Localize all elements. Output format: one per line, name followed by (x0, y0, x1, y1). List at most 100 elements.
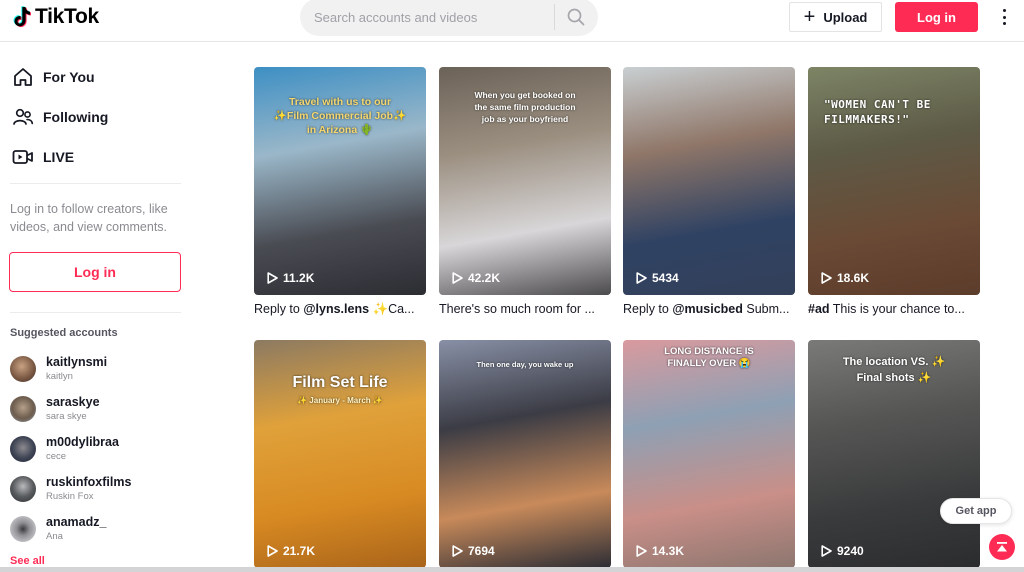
view-count-text: 18.6K (837, 271, 870, 285)
logo-text: TikTok (35, 5, 99, 28)
view-count: 11.2K (267, 271, 314, 285)
video-thumbnail[interactable]: 5434 (623, 67, 795, 295)
account-display-name: Ruskin Fox (46, 491, 94, 502)
search-divider (554, 4, 555, 30)
account-username: m00dylibraa (46, 435, 119, 449)
video-card[interactable]: When you get booked on the same film pro… (439, 67, 611, 316)
avatar (10, 436, 36, 462)
horizontal-scrollbar[interactable] (0, 567, 1024, 572)
video-description[interactable]: There's so much room for ... (439, 302, 611, 316)
video-thumbnail[interactable]: LONG DISTANCE IS FINALLY OVER 😭 14.3K (623, 340, 795, 568)
account-username: anamadz_ (46, 515, 107, 529)
sidebar-divider (10, 183, 181, 184)
header-login-button[interactable]: Log in (895, 2, 978, 32)
video-thumbnail[interactable]: Film Set Life ✨ January - March ✨ 21.7K (254, 340, 426, 568)
more-dot-icon (1002, 15, 1006, 19)
view-count: 21.7K (267, 544, 315, 558)
view-count-text: 42.2K (468, 271, 501, 285)
sidebar: For You Following LIVE Log in to follow … (0, 42, 190, 572)
view-count-text: 7694 (468, 544, 495, 558)
description-text: This is your chance to... (829, 302, 965, 316)
nav-following[interactable]: Following (12, 105, 108, 129)
video-thumbnail[interactable]: When you get booked on the same film pro… (439, 67, 611, 295)
view-count: 18.6K (821, 271, 869, 285)
sidebar-login-button[interactable]: Log in (9, 252, 181, 292)
description-text: There's so much room for ... (439, 302, 595, 316)
video-card[interactable]: The location VS. ✨ Final shots ✨ 9240 (808, 340, 980, 568)
avatar (10, 516, 36, 542)
account-display-name: kaitlyn (46, 371, 73, 382)
nav-label: LIVE (43, 149, 75, 165)
description-mention[interactable]: #ad (808, 302, 830, 316)
more-dot-icon (1002, 22, 1006, 25)
suggested-account[interactable]: anamadz_ Ana (10, 515, 106, 543)
account-username: saraskye (46, 395, 100, 409)
avatar (10, 476, 36, 502)
video-card[interactable]: Then one day, you wake up 7694 (439, 340, 611, 568)
description-mention[interactable]: @musicbed (672, 302, 743, 316)
tiktok-note-icon (13, 6, 31, 28)
back-to-top-button[interactable] (989, 534, 1015, 560)
search-button[interactable] (562, 4, 590, 30)
view-count: 7694 (452, 544, 495, 558)
live-camera-icon (12, 150, 33, 164)
login-prompt-text: Log in to follow creators, like videos, … (10, 202, 168, 234)
get-app-button[interactable]: Get app (940, 498, 1012, 524)
see-all-link[interactable]: See all (10, 555, 45, 567)
video-description[interactable]: #ad This is your chance to... (808, 302, 980, 316)
suggested-account[interactable]: kaitlynsmi kaitlyn (10, 355, 107, 383)
arrow-up-icon (997, 542, 1007, 552)
suggested-account[interactable]: ruskinfoxfilms Ruskin Fox (10, 475, 131, 503)
suggested-account[interactable]: saraskye sara skye (10, 395, 100, 423)
play-icon (267, 272, 278, 284)
video-card[interactable]: LONG DISTANCE IS FINALLY OVER 😭 14.3K (623, 340, 795, 568)
users-icon (13, 108, 34, 125)
nav-for-you[interactable]: For You (12, 65, 95, 89)
plus-icon: + (803, 6, 816, 28)
sidebar-divider (10, 312, 181, 313)
view-count: 14.3K (636, 544, 684, 558)
suggested-account[interactable]: m00dylibraa cece (10, 435, 119, 463)
thumbnail-overlay-text: Film Set Life (292, 374, 388, 391)
avatar (10, 396, 36, 422)
video-card[interactable]: "WOMEN CAN'T BE FILMMAKERS!" 18.6K #ad Thi… (808, 67, 980, 316)
video-card[interactable]: Film Set Life ✨ January - March ✨ 21.7K (254, 340, 426, 568)
video-description[interactable]: Reply to @lyns.lens ✨Ca... (254, 302, 426, 317)
video-card[interactable]: Travel with us to our ✨Film Commercial J… (254, 67, 426, 317)
thumbnail-overlay-text: LONG DISTANCE IS FINALLY OVER 😭 (664, 346, 754, 369)
upload-button[interactable]: + Upload (789, 2, 882, 32)
thumbnail-overlay-text: When you get booked on the same film pro… (474, 90, 576, 124)
description-prefix: Reply to (623, 302, 673, 316)
nav-live[interactable]: LIVE (12, 145, 74, 169)
thumbnail-overlay-text: "WOMEN CAN'T BE FILMMAKERS!" (824, 98, 931, 126)
thumbnail-overlay-text: Travel with us to our ✨Film Commercial J… (273, 96, 407, 136)
tiktok-logo[interactable]: TikTok (12, 4, 99, 30)
search-bar (300, 0, 598, 36)
top-header: TikTok + Upload Log in (0, 0, 1024, 42)
description-text: Subm... (742, 302, 790, 316)
video-description[interactable]: Reply to @musicbed Subm... (623, 302, 795, 316)
avatar (10, 356, 36, 382)
search-input[interactable] (314, 7, 544, 27)
account-display-name: cece (46, 451, 67, 462)
play-icon (452, 272, 463, 284)
view-count: 9240 (821, 544, 864, 558)
view-count-text: 21.7K (283, 544, 316, 558)
account-username: kaitlynsmi (46, 355, 108, 369)
view-count-text: 5434 (652, 271, 679, 285)
play-icon (821, 545, 832, 557)
description-text: ✨Ca... (369, 302, 415, 316)
more-options-button[interactable] (996, 6, 1012, 28)
description-prefix: Reply to (254, 302, 304, 316)
video-thumbnail[interactable]: Travel with us to our ✨Film Commercial J… (254, 67, 426, 295)
video-thumbnail[interactable]: "WOMEN CAN'T BE FILMMAKERS!" 18.6K (808, 67, 980, 295)
play-icon (636, 272, 647, 284)
description-mention[interactable]: @lyns.lens (303, 302, 369, 316)
account-display-name: Ana (46, 531, 63, 542)
thumbnail-overlay-subtext: ✨ January - March ✨ (297, 396, 383, 405)
account-username: ruskinfoxfilms (46, 475, 132, 489)
video-thumbnail[interactable]: Then one day, you wake up 7694 (439, 340, 611, 568)
video-card[interactable]: 5434 Reply to @musicbed Subm... (623, 67, 795, 316)
play-icon (452, 545, 463, 557)
video-thumbnail[interactable]: The location VS. ✨ Final shots ✨ 9240 (808, 340, 980, 568)
